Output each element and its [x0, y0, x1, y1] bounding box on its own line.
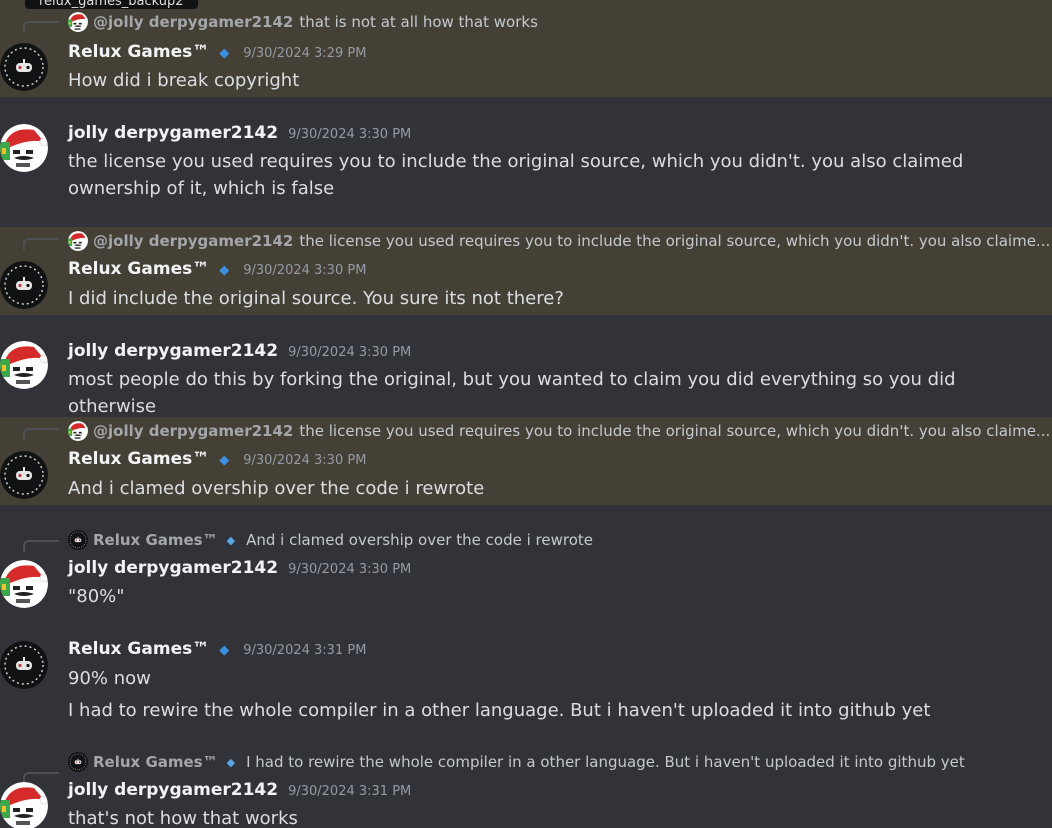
username[interactable]: Relux Games™	[68, 259, 209, 279]
reply-preview[interactable]: @jolly derpygamer2142 the license you us…	[68, 421, 1050, 441]
reply-text[interactable]: I had to rewire the whole compiler in a …	[246, 753, 965, 771]
reply-username[interactable]: @jolly derpygamer2142	[93, 232, 293, 250]
verified-diamond-icon: ◆	[219, 643, 230, 658]
message-header: Relux Games™ ◆ 9/30/2024 3:30 PM	[68, 259, 366, 281]
message-text: How did i break copyright	[68, 70, 300, 91]
message-header: jolly derpygamer2142 9/30/2024 3:31 PM	[68, 780, 411, 802]
avatar[interactable]	[0, 641, 48, 689]
message-header: Relux Games™ ◆ 9/30/2024 3:31 PM	[68, 639, 366, 661]
username[interactable]: jolly derpygamer2142	[68, 558, 278, 578]
avatar[interactable]	[0, 341, 48, 389]
username[interactable]: Relux Games™	[68, 449, 209, 469]
reply-connector	[23, 540, 59, 552]
reply-connector	[23, 428, 59, 440]
message-header: jolly derpygamer2142 9/30/2024 3:30 PM	[68, 341, 411, 363]
reply-avatar	[68, 530, 88, 550]
reply-avatar	[68, 421, 88, 441]
username[interactable]: jolly derpygamer2142	[68, 780, 278, 800]
reply-preview[interactable]: @jolly derpygamer2142 that is not at all…	[68, 12, 538, 32]
message-text: And i clamed overship over the code i re…	[68, 478, 485, 499]
message-header: Relux Games™ ◆ 9/30/2024 3:30 PM	[68, 449, 366, 471]
verified-diamond-icon: ◆	[219, 46, 230, 61]
message: @jolly derpygamer2142 the license you us…	[0, 417, 1052, 505]
message: jolly derpygamer2142 9/30/2024 3:30 PM t…	[0, 97, 1052, 227]
message-text: 90% now	[68, 668, 151, 689]
reply-connector	[23, 21, 59, 33]
username[interactable]: jolly derpygamer2142	[68, 123, 278, 143]
message: Relux Games™ ◆ I had to rewire the whole…	[0, 735, 1052, 828]
verified-diamond-icon: ◆	[226, 533, 236, 547]
username[interactable]: jolly derpygamer2142	[68, 341, 278, 361]
message-text: the license you used requires you to inc…	[68, 151, 964, 199]
verified-diamond-icon: ◆	[219, 263, 230, 278]
reply-avatar	[68, 231, 88, 251]
timestamp[interactable]: 9/30/2024 3:31 PM	[288, 784, 411, 799]
reply-text[interactable]: the license you used requires you to inc…	[299, 232, 1050, 250]
timestamp[interactable]: 9/30/2024 3:29 PM	[243, 46, 366, 61]
message-text: most people do this by forking the origi…	[68, 369, 956, 417]
reply-avatar	[68, 12, 88, 32]
username[interactable]: Relux Games™	[68, 639, 209, 659]
timestamp[interactable]: 9/30/2024 3:30 PM	[288, 127, 411, 142]
reply-preview[interactable]: Relux Games™ ◆ I had to rewire the whole…	[68, 752, 965, 772]
avatar[interactable]	[0, 124, 48, 172]
message: @jolly derpygamer2142 the license you us…	[0, 227, 1052, 315]
avatar[interactable]	[0, 261, 48, 309]
timestamp[interactable]: 9/30/2024 3:30 PM	[288, 562, 411, 577]
message-text: that's not how that works	[68, 808, 298, 828]
reply-connector	[23, 238, 59, 250]
verified-diamond-icon: ◆	[226, 755, 236, 769]
message: jolly derpygamer2142 9/30/2024 3:30 PM m…	[0, 315, 1052, 417]
message-text: I did include the original source. You s…	[68, 288, 564, 309]
username[interactable]: Relux Games™	[68, 42, 209, 62]
avatar[interactable]	[0, 451, 48, 499]
reply-text[interactable]: that is not at all how that works	[299, 13, 538, 31]
message: Relux Games™ ◆ 9/30/2024 3:31 PM 90% now…	[0, 625, 1052, 735]
message-header: jolly derpygamer2142 9/30/2024 3:30 PM	[68, 123, 411, 145]
message-text: I had to rewire the whole compiler in a …	[68, 700, 931, 721]
message-text: "80%"	[68, 586, 125, 607]
reply-username[interactable]: Relux Games™	[93, 753, 218, 771]
timestamp[interactable]: 9/30/2024 3:30 PM	[243, 453, 366, 468]
tooltip: relux_games_backup2	[25, 0, 198, 9]
reply-preview[interactable]: Relux Games™ ◆ And i clamed overship ove…	[68, 530, 593, 550]
reply-avatar	[68, 752, 88, 772]
reply-username[interactable]: @jolly derpygamer2142	[93, 422, 293, 440]
message: relux_games_backup2 @jolly derpygamer214…	[0, 0, 1052, 97]
avatar[interactable]	[0, 782, 48, 828]
timestamp[interactable]: 9/30/2024 3:30 PM	[243, 263, 366, 278]
timestamp[interactable]: 9/30/2024 3:30 PM	[288, 345, 411, 360]
verified-diamond-icon: ◆	[219, 453, 230, 468]
message: Relux Games™ ◆ And i clamed overship ove…	[0, 505, 1052, 625]
avatar[interactable]	[0, 43, 48, 91]
avatar[interactable]	[0, 560, 48, 608]
reply-username[interactable]: @jolly derpygamer2142	[93, 13, 293, 31]
timestamp[interactable]: 9/30/2024 3:31 PM	[243, 643, 366, 658]
chat-messages: relux_games_backup2 @jolly derpygamer214…	[0, 0, 1052, 828]
message-header: Relux Games™ ◆ 9/30/2024 3:29 PM	[68, 42, 366, 64]
reply-text[interactable]: the license you used requires you to inc…	[299, 422, 1050, 440]
reply-username[interactable]: Relux Games™	[93, 531, 218, 549]
reply-text[interactable]: And i clamed overship over the code i re…	[246, 531, 593, 549]
reply-preview[interactable]: @jolly derpygamer2142 the license you us…	[68, 231, 1050, 251]
message-header: jolly derpygamer2142 9/30/2024 3:30 PM	[68, 558, 411, 580]
